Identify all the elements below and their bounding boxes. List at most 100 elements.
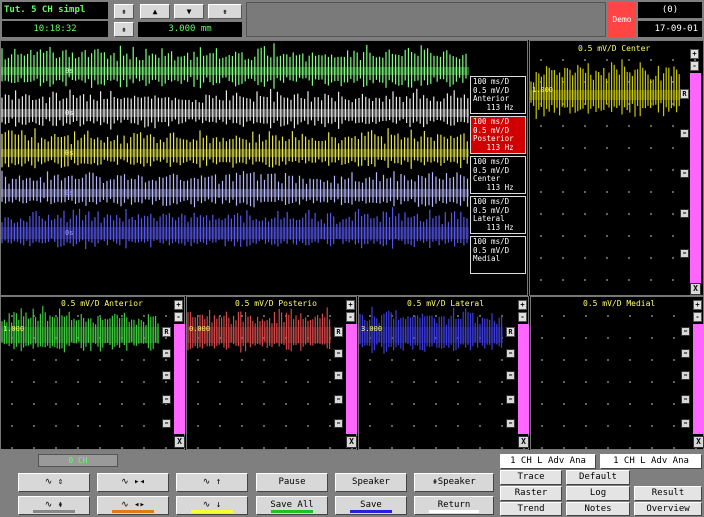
- close-icon[interactable]: X: [690, 283, 701, 295]
- panel-title: 0.5 mV/D Medial: [583, 299, 656, 308]
- notes-button[interactable]: Notes: [566, 502, 630, 516]
- button-label: Save: [360, 500, 382, 510]
- zoom-out-button[interactable]: -: [518, 312, 527, 322]
- marker-button[interactable]: =: [680, 249, 689, 258]
- spike-train: [1, 43, 467, 89]
- scroll-track[interactable]: [693, 324, 704, 434]
- zoom-out-button[interactable]: -: [690, 61, 699, 71]
- scroll-track[interactable]: [690, 73, 701, 283]
- marker-button[interactable]: =: [162, 419, 171, 428]
- trace-mark: 0s: [65, 229, 74, 237]
- zoom-out-button[interactable]: -: [693, 312, 702, 322]
- zoom-in-button[interactable]: +: [693, 300, 702, 310]
- channel-label-anterior[interactable]: 100 ms/D 0.5 mV/D Anterior 113 Hz: [470, 76, 526, 114]
- close-icon[interactable]: X: [518, 436, 529, 448]
- default-button[interactable]: Default: [566, 470, 630, 485]
- mode-button-left[interactable]: 1 CH L Adv Ana: [500, 454, 596, 469]
- trend-button[interactable]: Trend: [500, 502, 562, 516]
- marker-button[interactable]: =: [334, 371, 343, 380]
- reset-button[interactable]: R: [680, 89, 689, 99]
- step-button[interactable]: ⇞: [114, 22, 134, 37]
- label-line: Medial: [473, 254, 501, 263]
- trace-widen-button[interactable]: ∿ ◂▸: [97, 496, 169, 515]
- reset-button[interactable]: R: [162, 327, 171, 337]
- channel-label-center[interactable]: 100 ms/D 0.5 mV/D Center 113 Hz: [470, 156, 526, 194]
- raster-button[interactable]: Raster: [500, 486, 562, 501]
- trace-view-button[interactable]: Trace: [500, 470, 562, 485]
- scroll-track[interactable]: [174, 324, 185, 434]
- speaker-alt-button[interactable]: ⇞Speaker: [414, 473, 494, 492]
- color-bar: [271, 510, 313, 513]
- log-button[interactable]: Log: [566, 486, 630, 501]
- marker-button[interactable]: =: [334, 395, 343, 404]
- label-line: 113 Hz: [473, 142, 514, 152]
- reset-button[interactable]: R: [506, 327, 515, 337]
- main-traces: [1, 43, 469, 250]
- result-button[interactable]: Result: [634, 486, 702, 501]
- marker-button[interactable]: =: [162, 349, 171, 358]
- scroll-up-double-button[interactable]: ⇞: [114, 4, 134, 19]
- counter: (0): [638, 2, 702, 18]
- zoom-in-button[interactable]: +: [690, 49, 699, 59]
- marker-button[interactable]: =: [506, 419, 515, 428]
- trace-down-button[interactable]: ∿ ↓: [176, 496, 248, 515]
- lateral-trace: [359, 306, 503, 354]
- marker-button[interactable]: =: [506, 371, 515, 380]
- marker-button[interactable]: =: [334, 349, 343, 358]
- marker-button[interactable]: =: [681, 419, 690, 428]
- scroll-track[interactable]: [346, 324, 357, 434]
- trace-expand-button[interactable]: ∿ ⇞: [18, 496, 90, 515]
- mode-button-right[interactable]: 1 CH L Adv Ana: [600, 454, 702, 469]
- marker-button[interactable]: =: [681, 395, 690, 404]
- zoom-in-button[interactable]: +: [346, 300, 355, 310]
- marker-button[interactable]: =: [680, 209, 689, 218]
- channel-label-posterior[interactable]: 100 ms/D 0.5 mV/D Posterior 113 Hz: [470, 116, 526, 154]
- channel-label-lateral[interactable]: 100 ms/D 0.5 mV/D Lateral 113 Hz: [470, 196, 526, 234]
- level-value: 0.000: [189, 325, 211, 333]
- button-label: ∿ ⇞: [44, 500, 64, 510]
- marker-button[interactable]: =: [680, 129, 689, 138]
- save-button[interactable]: Save: [335, 496, 407, 515]
- down-double-button[interactable]: ⇟: [208, 4, 242, 19]
- marker-button[interactable]: =: [506, 349, 515, 358]
- demo-badge: Demo: [608, 2, 636, 37]
- zoom-out-button[interactable]: -: [174, 312, 183, 322]
- save-all-button[interactable]: Save All: [256, 496, 328, 515]
- anterior-panel: 0.5 mV/D Anterior 1.000 + - R = = = = X: [0, 296, 185, 450]
- trace-compress-button[interactable]: ∿ ▸◂: [97, 473, 169, 492]
- return-button[interactable]: Return: [414, 496, 494, 515]
- scroll-track[interactable]: [518, 324, 529, 434]
- marker-button[interactable]: =: [681, 327, 690, 336]
- marker-button[interactable]: =: [681, 371, 690, 380]
- color-bar: [350, 510, 392, 513]
- color-bar: [33, 510, 75, 513]
- pause-button[interactable]: Pause: [256, 473, 328, 492]
- reset-button[interactable]: R: [334, 327, 343, 337]
- color-bar: [112, 510, 154, 513]
- zoom-in-button[interactable]: +: [174, 300, 183, 310]
- trace-up-button[interactable]: ∿ ↑: [176, 473, 248, 492]
- label-line: 113 Hz: [473, 222, 514, 232]
- trace-scale-button[interactable]: ∿ ⇕: [18, 473, 90, 492]
- up-button[interactable]: ▲: [140, 4, 170, 19]
- overview-button[interactable]: Overview: [634, 502, 702, 516]
- channel-label-medial[interactable]: 100 ms/D 0.5 mV/D Medial: [470, 236, 526, 274]
- marker-button[interactable]: =: [334, 419, 343, 428]
- marker-button[interactable]: =: [162, 371, 171, 380]
- lateral-panel: 0.5 mV/D Lateral 3.000 + - R = = = = X: [358, 296, 529, 450]
- button-label: Save All: [270, 500, 314, 510]
- channel-count-label: 0 CH: [38, 454, 118, 467]
- zoom-out-button[interactable]: -: [346, 312, 355, 322]
- posterior-trace: [187, 307, 331, 353]
- speaker-button[interactable]: Speaker: [335, 473, 407, 492]
- close-icon[interactable]: X: [693, 436, 704, 448]
- marker-button[interactable]: =: [162, 395, 171, 404]
- close-icon[interactable]: X: [346, 436, 357, 448]
- down-button[interactable]: ▼: [174, 4, 204, 19]
- zoom-in-button[interactable]: +: [518, 300, 527, 310]
- marker-button[interactable]: =: [680, 169, 689, 178]
- marker-button[interactable]: =: [506, 395, 515, 404]
- spike-train: [530, 59, 680, 119]
- close-icon[interactable]: X: [174, 436, 185, 448]
- marker-button[interactable]: =: [681, 349, 690, 358]
